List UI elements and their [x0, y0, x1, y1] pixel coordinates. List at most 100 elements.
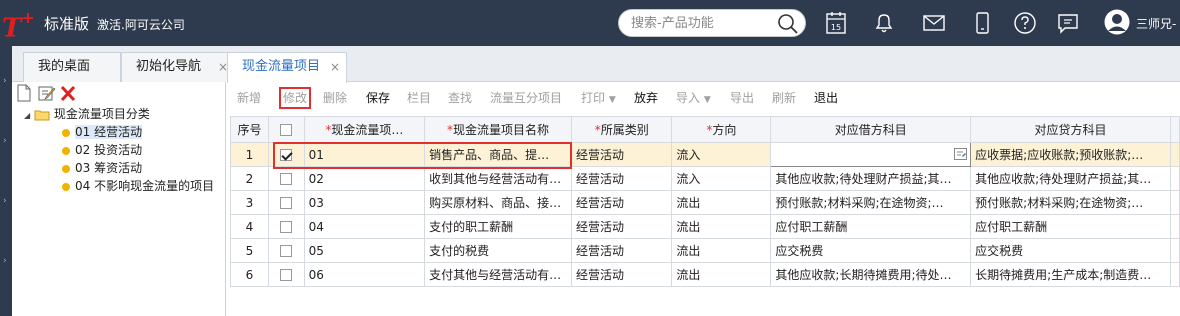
row-checkbox[interactable] — [280, 149, 293, 161]
cell-name[interactable]: 购买原材料、商品、接… — [424, 190, 572, 215]
search-box[interactable] — [618, 9, 806, 37]
bell-icon[interactable] — [873, 11, 897, 35]
cell-direction[interactable]: 流入 — [671, 166, 772, 191]
cell-credit[interactable]: 应付职工薪酬 — [970, 214, 1171, 239]
cell-select[interactable] — [267, 190, 305, 215]
chat-icon[interactable] — [1056, 11, 1080, 35]
col-header-category[interactable]: *所属类别 — [570, 116, 673, 143]
cell-debit[interactable]: 其他应收款;待处理财产损益;其… — [770, 166, 972, 191]
avatar-icon[interactable] — [1104, 9, 1130, 35]
refresh-button[interactable]: 刷新 — [772, 89, 796, 107]
edit-icon[interactable] — [38, 84, 56, 105]
tab-my-desktop[interactable]: 我的桌面 — [23, 52, 121, 82]
left-collapse-strip[interactable]: › › › › — [0, 46, 12, 316]
col-header-select[interactable] — [267, 116, 305, 143]
cell-debit[interactable]: 预付账款;材料采购;在途物资;… — [770, 190, 972, 215]
table-row[interactable]: 6 06 支付其他与经营活动有… 经营活动 流出 其他应收款;长期待摊费用;待处… — [230, 262, 1180, 287]
cell-code[interactable]: 02 — [303, 166, 426, 191]
col-header-name[interactable]: *现金流量项目名称 — [424, 116, 572, 143]
chevron-right-icon[interactable]: › — [3, 136, 7, 146]
tab-init-guide[interactable]: 初始化导航 × — [121, 52, 235, 82]
row-checkbox[interactable] — [280, 269, 293, 281]
calendar-icon[interactable]: 15 — [825, 11, 849, 35]
table-row[interactable]: 3 03 购买原材料、商品、接… 经营活动 流出 预付账款;材料采购;在途物资;… — [230, 190, 1180, 215]
export-button[interactable]: 导出 — [730, 89, 754, 107]
find-button[interactable]: 查找 — [448, 89, 472, 107]
cell-credit[interactable]: 应收票据;应收账款;预收账款;… — [970, 142, 1171, 167]
company-link[interactable]: 激活.阿可云公司 — [97, 16, 185, 33]
cell-direction[interactable]: 流出 — [671, 214, 772, 239]
row-checkbox[interactable] — [280, 221, 293, 233]
delete-icon[interactable] — [60, 84, 76, 105]
user-name[interactable]: 三师兄- — [1136, 15, 1176, 32]
chevron-right-icon[interactable]: › — [3, 256, 7, 266]
cell-credit[interactable]: 预付账款;材料采购;在途物资;… — [970, 190, 1171, 215]
cell-code[interactable]: 05 — [303, 238, 426, 263]
cell-category[interactable]: 经营活动 — [570, 142, 673, 167]
cell-category[interactable]: 经营活动 — [570, 214, 673, 239]
cell-direction[interactable]: 流出 — [671, 190, 772, 215]
cell-direction[interactable]: 流出 — [671, 238, 772, 263]
cell-code[interactable]: 03 — [303, 190, 426, 215]
cell-select[interactable] — [267, 214, 305, 239]
tree-root[interactable]: ◢ 现金流量项目分类 — [24, 106, 150, 124]
cell-category[interactable]: 经营活动 — [570, 190, 673, 215]
row-checkbox[interactable] — [280, 173, 293, 185]
chevron-right-icon[interactable]: › — [3, 196, 7, 206]
cell-direction[interactable]: 流出 — [671, 262, 772, 287]
import-button[interactable]: 导入 ▼ — [676, 89, 711, 109]
chevron-right-icon[interactable]: › — [3, 76, 7, 86]
columns-button[interactable]: 栏目 — [407, 89, 431, 107]
cell-debit-editor[interactable] — [770, 142, 972, 167]
table-row[interactable]: 5 05 支付的税费 经营活动 流出 应交税费 应交税费 — [230, 238, 1180, 263]
table-row[interactable]: 4 04 支付的职工薪酬 经营活动 流出 应付职工薪酬 应付职工薪酬 — [230, 214, 1180, 239]
new-file-icon[interactable] — [16, 84, 32, 105]
edit-button[interactable]: 修改 — [278, 87, 312, 109]
col-header-debit[interactable]: 对应借方科目 — [770, 116, 972, 143]
cell-name[interactable]: 支付其他与经营活动有… — [424, 262, 572, 287]
exit-button[interactable]: 退出 — [814, 89, 838, 107]
tab-cash-flow-items[interactable]: 现金流量项目 × — [227, 52, 347, 83]
expand-triangle-icon[interactable]: ◢ — [24, 111, 30, 120]
table-row[interactable]: 1 01 销售产品、商品、提… 经营活动 流入 应收票据;应收账款;预收账款;… — [230, 142, 1180, 167]
split-items-button[interactable]: 流量互分项目 — [490, 89, 562, 107]
cell-code[interactable]: 06 — [303, 262, 426, 287]
add-button[interactable]: 新增 — [237, 89, 261, 107]
mail-icon[interactable] — [922, 11, 946, 35]
reference-picker-icon[interactable] — [954, 148, 968, 163]
cell-select[interactable] — [267, 166, 305, 191]
print-button[interactable]: 打印 ▼ — [581, 89, 616, 109]
cell-direction[interactable]: 流入 — [671, 142, 772, 167]
table-row[interactable]: 2 02 收到其他与经营活动有… 经营活动 流入 其他应收款;待处理财产损益;其… — [230, 166, 1180, 191]
cell-debit[interactable]: 应交税费 — [770, 238, 972, 263]
search-input[interactable] — [631, 14, 781, 32]
tree-item-non-cash[interactable]: 04 不影响现金流量的项目 — [62, 178, 214, 194]
close-icon[interactable]: × — [330, 53, 340, 81]
search-icon[interactable] — [777, 13, 799, 38]
tree-item-financing[interactable]: 03 筹资活动 — [62, 160, 142, 176]
cell-category[interactable]: 经营活动 — [570, 238, 673, 263]
cell-debit[interactable]: 应付职工薪酬 — [770, 214, 972, 239]
cell-debit[interactable]: 其他应收款;长期待摊费用;待处… — [770, 262, 972, 287]
cell-name[interactable]: 支付的税费 — [424, 238, 572, 263]
cell-name[interactable]: 销售产品、商品、提… — [424, 142, 572, 167]
col-header-credit[interactable]: 对应贷方科目 — [970, 116, 1171, 143]
delete-button[interactable]: 删除 — [323, 89, 347, 107]
tree-item-investing[interactable]: 02 投资活动 — [62, 142, 142, 158]
cell-credit[interactable]: 其他应收款;待处理财产损益;其… — [970, 166, 1171, 191]
col-header-code[interactable]: *现金流量项… — [303, 116, 426, 143]
mobile-icon[interactable] — [971, 11, 995, 35]
col-header-direction[interactable]: *方向 — [671, 116, 772, 143]
cell-select[interactable] — [267, 262, 305, 287]
cell-code[interactable]: 01 — [303, 142, 426, 167]
cell-category[interactable]: 经营活动 — [570, 166, 673, 191]
cell-category[interactable]: 经营活动 — [570, 262, 673, 287]
cell-name[interactable]: 支付的职工薪酬 — [424, 214, 572, 239]
row-checkbox[interactable] — [280, 197, 293, 209]
cell-credit[interactable]: 应交税费 — [970, 238, 1171, 263]
save-button[interactable]: 保存 — [366, 89, 390, 107]
row-checkbox[interactable] — [280, 245, 293, 257]
cell-code[interactable]: 04 — [303, 214, 426, 239]
cell-select[interactable] — [267, 238, 305, 263]
abandon-button[interactable]: 放弃 — [634, 89, 658, 107]
